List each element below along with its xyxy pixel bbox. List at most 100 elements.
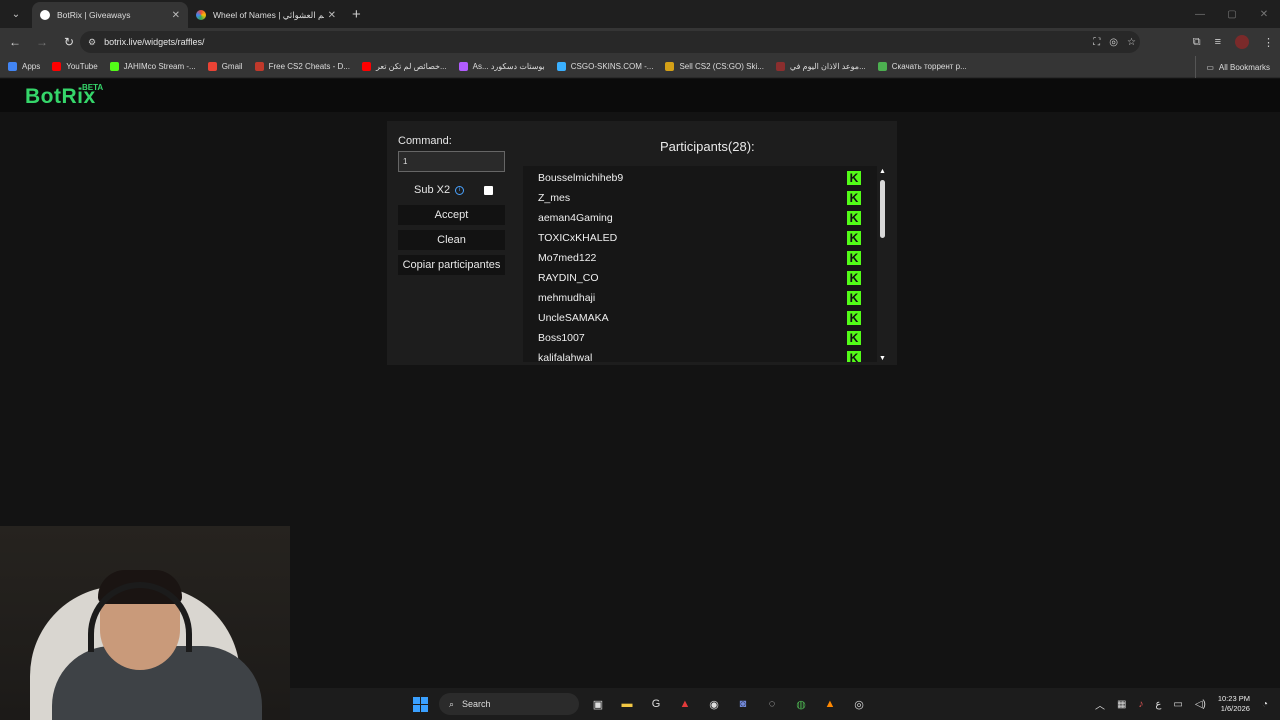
volume-icon[interactable]: ◁) — [1195, 699, 1206, 710]
vlc-icon[interactable]: ▲ — [820, 694, 840, 714]
reload-icon[interactable]: ↻ — [57, 35, 81, 49]
bookmark-item[interactable]: موعد الاذان اليوم في... — [775, 62, 866, 71]
participants-scrollbar[interactable]: ▲ ▼ — [878, 166, 887, 362]
folder-icon: ▭ — [1206, 62, 1214, 72]
bookmark-favicon-icon — [254, 62, 264, 71]
back-icon[interactable]: ← — [3, 35, 27, 49]
info-icon[interactable]: i — [455, 185, 465, 195]
tab-search-button[interactable]: ⌄ — [4, 2, 28, 26]
extensions-icon[interactable]: ⧉ — [1193, 36, 1201, 49]
chevron-up-icon[interactable]: ︿ — [1095, 697, 1105, 712]
accept-button[interactable]: Accept — [398, 205, 505, 225]
wheel-favicon-icon — [196, 10, 206, 20]
profile-avatar[interactable] — [1235, 35, 1249, 49]
browser-tab-strip: ⌄ BotRix | Giveaways ✕ Wheel of Names | … — [0, 0, 1280, 28]
kick-icon: K — [847, 251, 861, 265]
tab-wheel-of-names[interactable]: Wheel of Names | سم العشوائي ✕ — [188, 2, 344, 28]
scroll-up-icon[interactable]: ▲ — [879, 168, 886, 175]
all-bookmarks-folder[interactable]: ▭ All Bookmarks — [1195, 56, 1270, 78]
bookmark-item[interactable]: خصائص لم تكن تعر... — [361, 62, 447, 71]
clock[interactable]: 10:23 PM 1/6/2026 — [1218, 694, 1250, 714]
new-tab-button[interactable]: + — [352, 6, 361, 23]
participant-row: UncleSAMAKA K — [538, 308, 863, 328]
bookmark-item[interactable]: As... بوستات دسكورد — [458, 62, 545, 71]
obs-icon[interactable]: ◎ — [849, 694, 869, 714]
command-input[interactable] — [398, 151, 505, 172]
kick-icon: K — [847, 331, 861, 345]
logitech-icon[interactable]: G — [646, 694, 666, 714]
bookmark-item[interactable]: CSGO-SKINS.COM -... — [556, 62, 654, 71]
bookmark-item[interactable]: YouTube — [52, 62, 98, 71]
file-explorer-icon[interactable]: ▬ — [617, 694, 637, 714]
participant-name: UncleSAMAKA — [538, 312, 609, 324]
maximize-icon[interactable]: ▢ — [1216, 0, 1248, 28]
participant-name: TOXICxKHALED — [538, 232, 618, 244]
window-controls: — ▢ ✕ — [1184, 0, 1280, 28]
kick-icon: K — [847, 311, 861, 325]
kick-icon: K — [847, 231, 861, 245]
bookmark-label: خصائص لم تكن تعر... — [375, 62, 447, 71]
discord-icon[interactable]: ◙ — [733, 694, 753, 714]
bookmark-favicon-icon — [458, 62, 468, 71]
bookmark-favicon-icon — [775, 62, 785, 71]
bookmark-star-icon[interactable]: ☆ — [1127, 37, 1136, 48]
menu-kebab-icon[interactable]: ⋮ — [1263, 36, 1274, 49]
sub-x2-label: Sub X2 — [414, 184, 451, 196]
steam-icon[interactable]: ◉ — [704, 694, 724, 714]
site-info-icon[interactable]: ⚙ — [88, 37, 96, 48]
command-label: Command: — [398, 135, 452, 147]
close-tab-icon[interactable]: ✕ — [328, 10, 336, 21]
system-tray: ︿ ▦ ♪ ع ▭ ◁) 10:23 PM 1/6/2026 ◔ — [1095, 688, 1268, 720]
raffle-panel: Command: Sub X2 i Accept Clean Copiar pa… — [387, 121, 897, 365]
participant-name: Boss1007 — [538, 332, 585, 344]
task-view-icon[interactable]: ▣ — [588, 694, 608, 714]
sub-x2-checkbox[interactable] — [484, 186, 493, 195]
tray-app-icon[interactable]: ▦ — [1117, 699, 1126, 710]
translate-icon[interactable]: ⛶ — [1093, 37, 1100, 48]
bookmark-label: Apps — [22, 62, 41, 71]
start-button[interactable] — [410, 694, 430, 714]
kick-icon: K — [847, 271, 861, 285]
bookmark-item[interactable]: Скачать торрент р... — [877, 62, 967, 71]
close-tab-icon[interactable]: ✕ — [172, 10, 180, 21]
participant-name: Bousselmichiheb9 — [538, 172, 624, 184]
forward-icon[interactable]: → — [30, 35, 54, 49]
copy-participants-button[interactable]: Copiar participantes — [398, 255, 505, 275]
media-controls-icon[interactable]: ≡ — [1215, 36, 1221, 48]
participants-list[interactable]: Bousselmichiheb9 K Z_mes Kaeman4Gaming K TOXI… — [523, 166, 877, 362]
browser-toolbar: ← → ↻ ⚙ botrix.live/widgets/raffles/ ⛶ ◎… — [0, 28, 1280, 56]
participant-row: RAYDIN_CO K — [538, 268, 863, 288]
bookmark-item[interactable]: Free CS2 Cheats - D... — [254, 62, 350, 71]
tab-botrix[interactable]: BotRix | Giveaways ✕ — [32, 2, 188, 28]
language-indicator[interactable]: ع — [1155, 699, 1161, 710]
riot-icon[interactable]: ▲ — [675, 694, 695, 714]
taskbar-search[interactable]: ⌕ Search — [439, 693, 579, 715]
bookmark-item[interactable]: Apps — [8, 62, 40, 71]
bookmark-item[interactable]: Sell CS2 (CS:GO) Ski... — [665, 62, 764, 71]
eye-off-icon[interactable]: ◎ — [1109, 37, 1118, 48]
bookmark-item[interactable]: Gmail — [207, 62, 243, 71]
notifications-icon[interactable]: ◔ — [1262, 699, 1268, 710]
bookmark-label: Gmail — [221, 62, 243, 71]
app-icon[interactable]: ◌ — [762, 694, 782, 714]
scroll-thumb[interactable] — [880, 180, 885, 238]
scroll-down-icon[interactable]: ▼ — [879, 355, 886, 362]
bookmark-label: CSGO-SKINS.COM -... — [570, 62, 654, 71]
participant-name: aeman4Gaming — [538, 212, 613, 224]
bookmark-item[interactable]: JAHIMco Stream -... — [109, 62, 196, 71]
minimize-icon[interactable]: — — [1184, 0, 1216, 28]
bookmark-favicon-icon — [877, 62, 887, 71]
address-bar[interactable]: ⚙ botrix.live/widgets/raffles/ ⛶ ◎ ☆ — [80, 31, 1140, 53]
bookmark-favicon-icon — [361, 62, 371, 71]
site-header: BotRix BETA — [0, 79, 1280, 112]
botrix-favicon-icon — [40, 10, 50, 20]
bookmark-label: موعد الاذان اليوم في... — [789, 62, 866, 71]
participants-title: Participants(28): — [660, 139, 755, 154]
microphone-icon[interactable]: ♪ — [1138, 699, 1143, 710]
chrome-icon[interactable]: ◍ — [791, 694, 811, 714]
close-window-icon[interactable]: ✕ — [1248, 0, 1280, 28]
network-icon[interactable]: ▭ — [1173, 699, 1182, 710]
windows-taskbar: ⌕ Search ▣ ▬ G ▲ ◉ ◙ ◌ ◍ ▲ ◎ ︿ ▦ ♪ ع ▭ ◁… — [290, 688, 1280, 720]
clean-button[interactable]: Clean — [398, 230, 505, 250]
bookmarks-bar: Apps YouTube JAHIMco Stream -... Gmail Free … — [0, 56, 1280, 78]
